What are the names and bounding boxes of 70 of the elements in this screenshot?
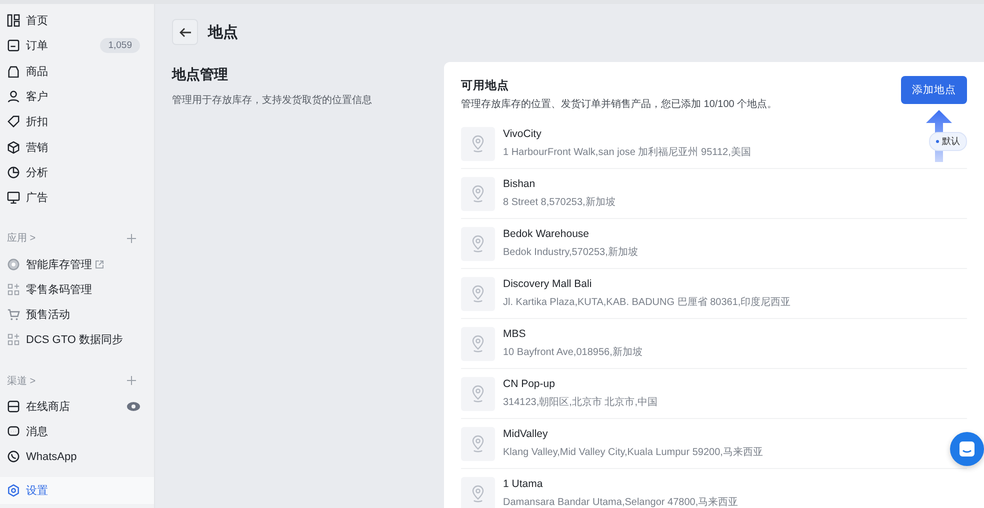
count-badge: 1,059 [100, 38, 140, 54]
location-address: 10 Bayfront Ave,018956,新加坡 [503, 346, 642, 359]
map-pin-icon [471, 234, 485, 252]
nav-item[interactable]: 预售活动 [0, 302, 154, 328]
section-description: 管理用于存放库存，支持发货取货的位置信息 [172, 94, 373, 107]
default-badge: 默认 [929, 132, 967, 151]
tag-icon [7, 115, 20, 128]
nav-item[interactable]: 广告 [0, 185, 154, 210]
settings-icon [7, 484, 20, 498]
location-name[interactable]: MBS [503, 328, 642, 340]
back-button[interactable] [172, 19, 198, 45]
up-arrow-drawing [926, 110, 952, 162]
cart-icon [7, 308, 20, 322]
chat-icon [7, 425, 20, 438]
location-name[interactable]: 1 Utama [503, 478, 738, 490]
location-name[interactable]: Bishan [503, 178, 616, 190]
location-address: 1 HarbourFront Walk,san jose 加利福尼亚州 95112,美国 [503, 146, 751, 159]
nav-item[interactable]: 智能库存管理 [0, 251, 154, 277]
location-name[interactable]: VivoCity [503, 128, 751, 140]
section-title: 地点管理 [172, 66, 229, 84]
card-title: 可用地点 [461, 78, 510, 93]
pie-icon [7, 166, 20, 179]
nav-item[interactable]: WhatsApp [0, 444, 154, 470]
nav-item[interactable]: 设置 [0, 477, 154, 504]
location-name[interactable]: MidValley [503, 428, 763, 440]
nav-item[interactable]: 消息 [0, 418, 154, 444]
nav-item[interactable]: 折扣 [0, 109, 154, 134]
nav-item[interactable]: 零售条码管理 [0, 276, 154, 302]
add-location-button[interactable]: 添加地点 [901, 76, 967, 104]
location-address: Bedok Industry,570253,新加坡 [503, 246, 638, 259]
map-pin-icon [471, 484, 485, 502]
add-icon[interactable] [127, 376, 136, 386]
cube-icon [7, 140, 20, 154]
nav-item[interactable]: 营销 [0, 134, 154, 160]
map-pin-icon [471, 384, 485, 402]
phone-icon [7, 450, 20, 464]
bag-icon [7, 64, 20, 78]
nav-item[interactable]: 订单 1,059 [0, 33, 154, 59]
back-arrow-icon [178, 26, 192, 38]
store-icon [7, 400, 20, 413]
map-pin-icon [471, 434, 485, 452]
add-icon[interactable] [127, 234, 136, 243]
order-icon [7, 39, 20, 52]
location-address: Jl. Kartika Plaza,KUTA,KAB. BADUNG 巴厘省 80361,印度尼西亚 [503, 296, 791, 309]
grid-icon [7, 282, 20, 296]
nav-item[interactable]: 首页 [0, 8, 154, 34]
eye-icon[interactable] [127, 402, 140, 411]
location-address: Damansara Bandar Utama,Selangor 47800,马来西亚 [503, 496, 738, 508]
ad-icon [7, 191, 20, 204]
home-icon [7, 14, 20, 28]
map-pin-icon [471, 334, 485, 352]
map-pin-icon [471, 134, 485, 152]
nav-item[interactable]: 分析 [0, 160, 154, 186]
nav-item[interactable]: 商品 [0, 58, 154, 84]
location-address: 314123,朝阳区,北京市 北京市,中国 [503, 396, 658, 409]
nav-item[interactable]: DCS GTO 数据同步 [0, 327, 154, 353]
location-name[interactable]: CN Pop-up [503, 378, 658, 390]
chat-icon [959, 441, 975, 457]
nav-item[interactable]: 在线商店 [0, 394, 154, 419]
map-pin-icon [471, 184, 485, 202]
location-name[interactable]: Discovery Mall Bali [503, 278, 791, 290]
location-name[interactable]: Bedok Warehouse [503, 228, 638, 240]
nav-item[interactable]: 客户 [0, 84, 154, 110]
grid-icon [7, 333, 20, 346]
user-icon [7, 90, 20, 104]
location-address: Klang Valley,Mid Valley City,Kuala Lumpur 59200,马来西亚 [503, 446, 763, 459]
page-title: 地点 [208, 22, 238, 42]
map-pin-icon [471, 284, 485, 302]
location-address: 8 Street 8,570253,新加坡 [503, 196, 616, 209]
card-description: 管理存放库存的位置、发货订单并销售产品，您已添加 10/100 个地点。 [461, 98, 778, 111]
